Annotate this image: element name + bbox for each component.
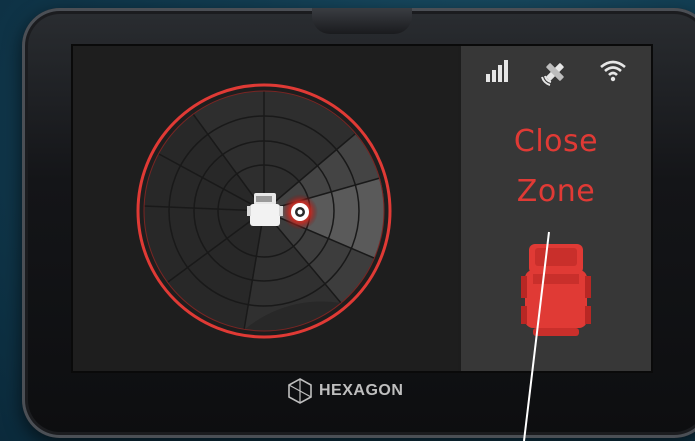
target-marker-icon	[282, 194, 318, 230]
proximity-radar	[136, 83, 392, 339]
vehicle-top-view-icon	[521, 244, 591, 336]
status-side-panel: Close Zone	[461, 46, 651, 371]
alert-title-line1: Close	[513, 124, 599, 159]
wifi-icon	[600, 60, 626, 82]
alert-title-line2: Zone	[516, 174, 596, 209]
satellite-icon	[541, 63, 564, 86]
status-icon-row	[461, 58, 651, 88]
device-notch	[312, 8, 412, 34]
signal-strength-icon	[486, 60, 508, 82]
hexagon-logo-icon	[288, 378, 312, 404]
brand-logo: HEXAGON	[287, 376, 403, 406]
display-screen: Close Zone	[73, 46, 651, 371]
brand-name: HEXAGON	[319, 382, 404, 399]
radar-panel	[73, 46, 458, 371]
